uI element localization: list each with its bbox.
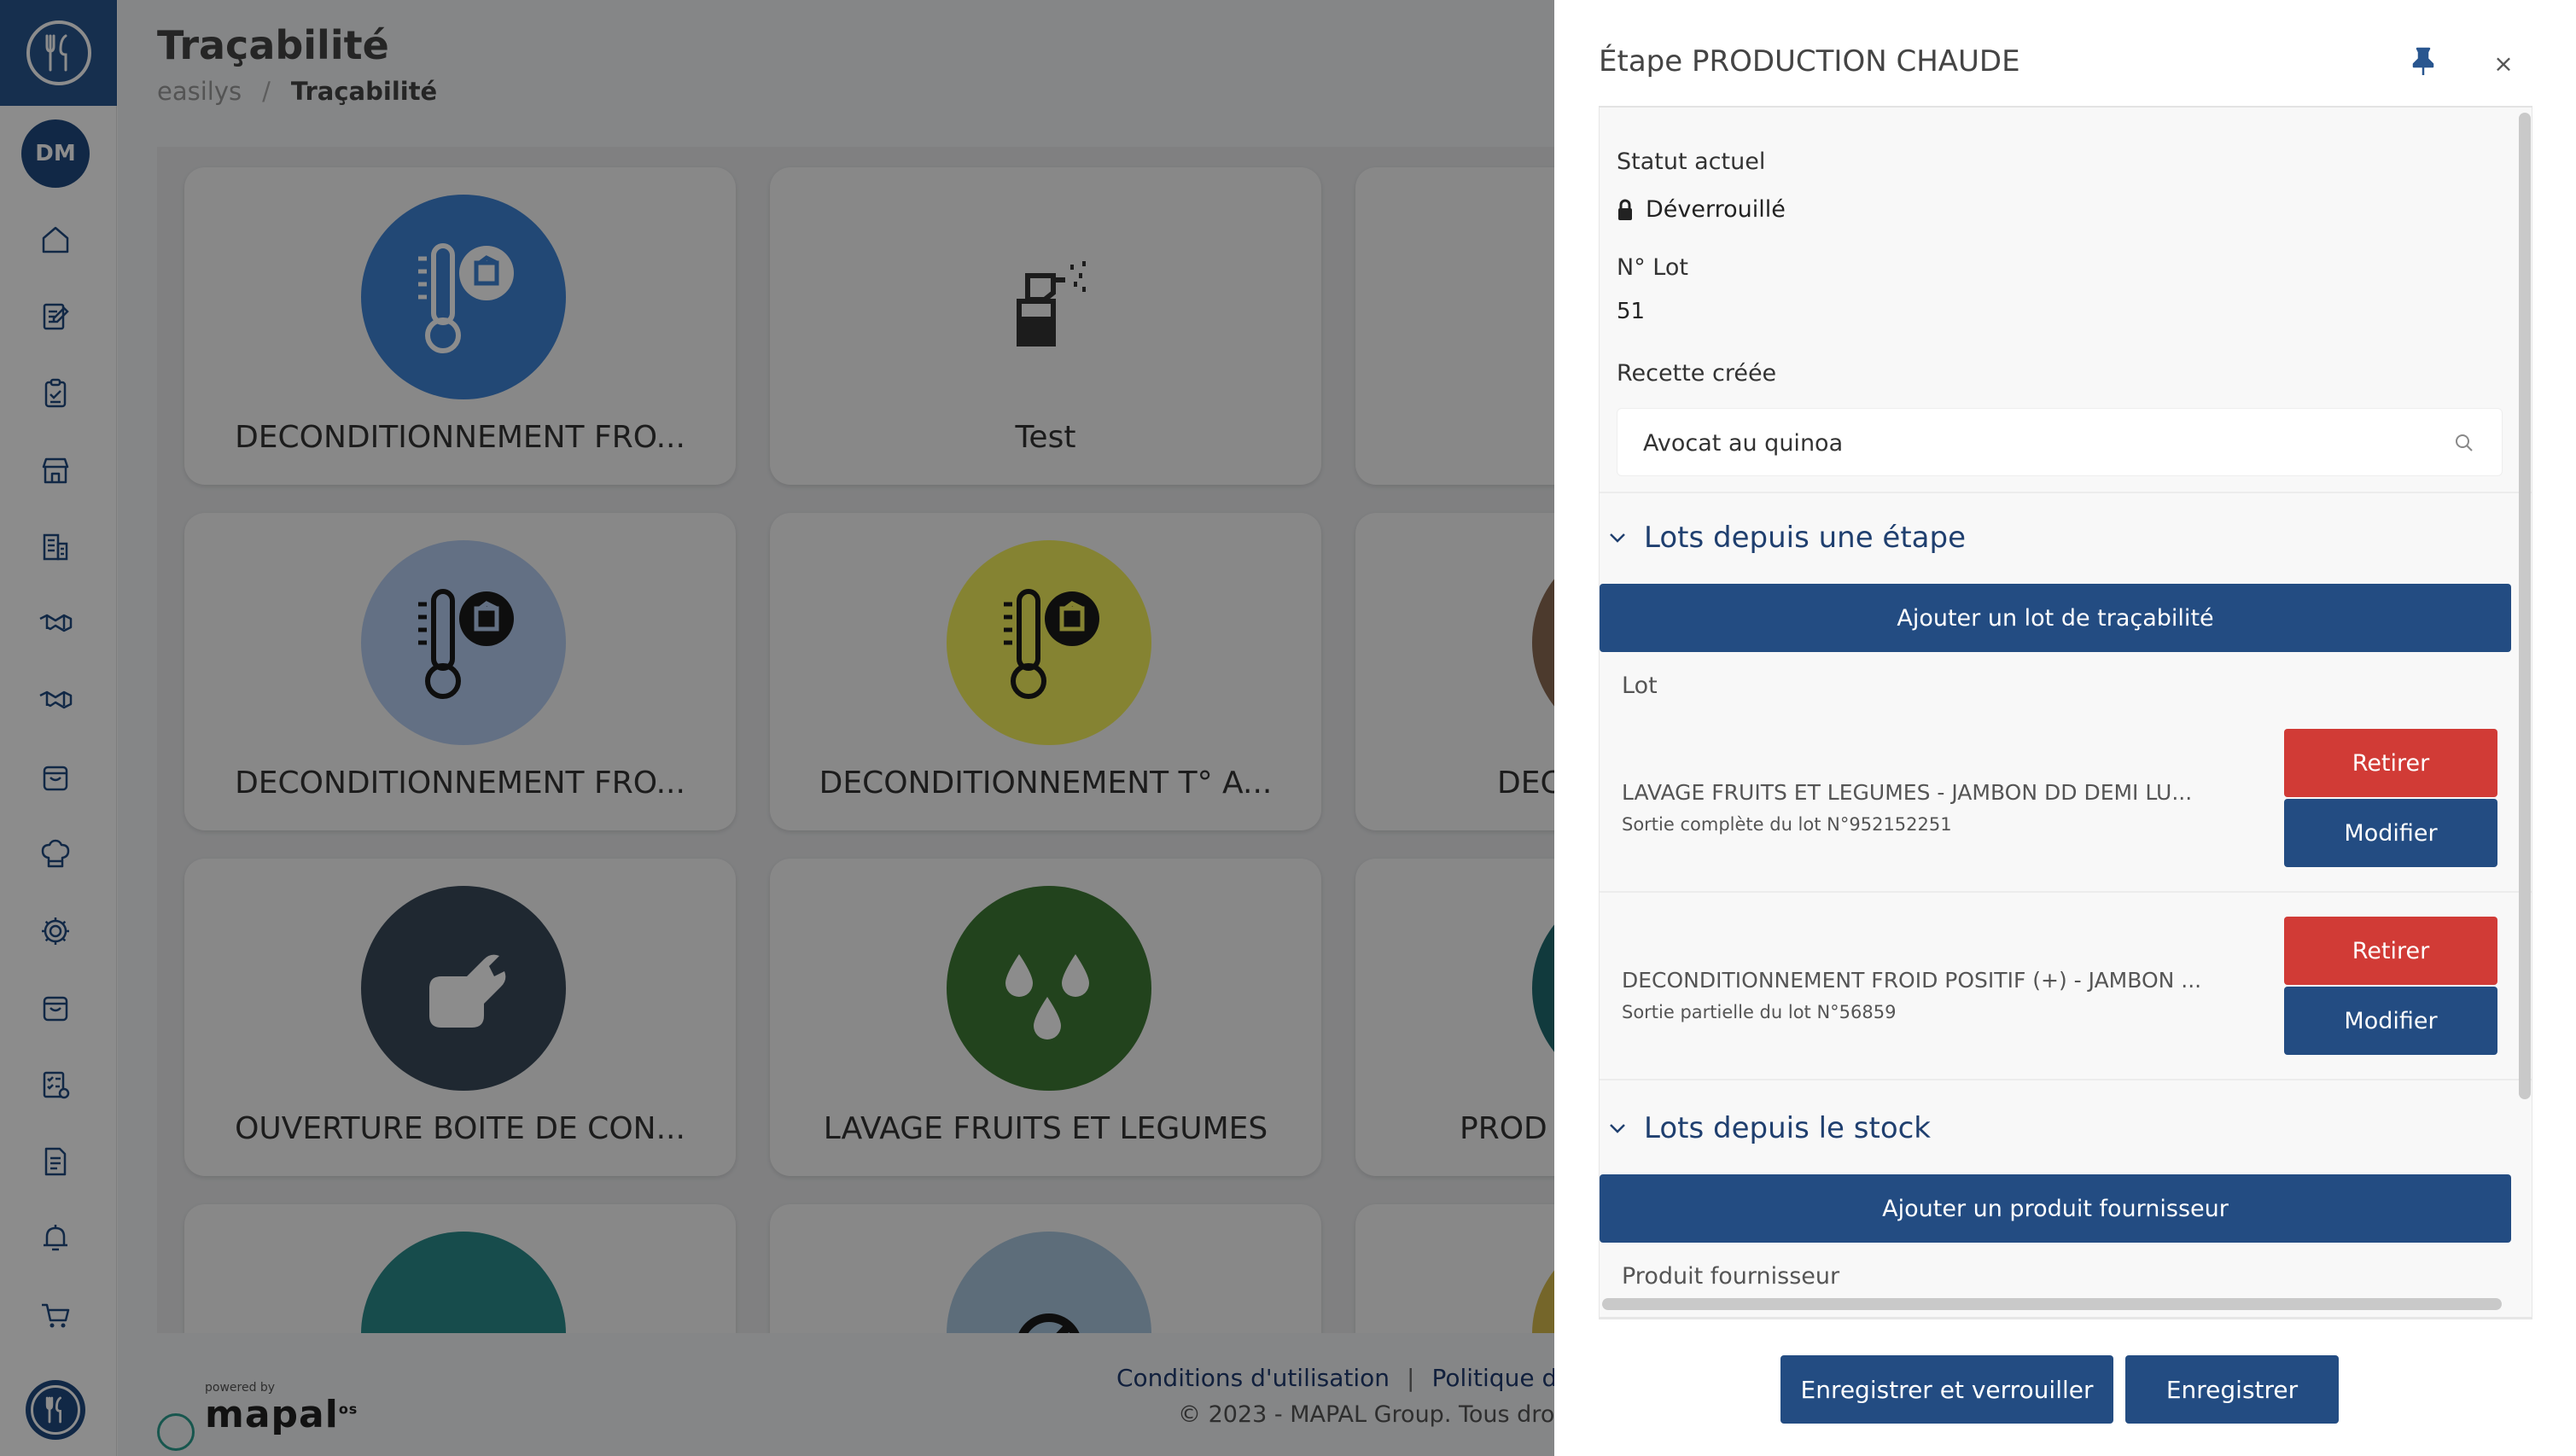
section-title: Lots depuis le stock [1644,1111,1931,1145]
section-divider [1600,492,2532,493]
recipe-field[interactable] [1617,408,2503,476]
pin-icon[interactable] [2406,44,2440,79]
status-value-text: Déverrouillé [1646,196,1786,223]
section-lots-from-stock[interactable]: Lots depuis le stock [1608,1111,1931,1145]
edit-lot-button[interactable]: Modifier [2284,987,2497,1055]
save-button[interactable]: Enregistrer [2125,1355,2339,1424]
status-label: Statut actuel [1617,149,1766,175]
supplier-product-column-label: Produit fournisseur [1622,1263,1840,1290]
add-traceability-lot-button[interactable]: Ajouter un lot de traçabilité [1600,584,2511,652]
lot-number-label: N° Lot [1617,254,1688,281]
panel-scroll-area[interactable]: Statut actuel Déverrouillé N° Lot 51 Rec… [1599,108,2532,1318]
chevron-down-icon [1610,533,1625,543]
edit-lot-button[interactable]: Modifier [2284,799,2497,867]
panel-footer-divider [1599,1318,2532,1319]
lock-icon [1618,199,1632,220]
vertical-scrollbar[interactable] [2519,113,2531,1099]
lot-name: LAVAGE FRUITS ET LEGUMES - JAMBON DD DEM… [1622,780,2193,805]
remove-lot-button[interactable]: Retirer [2284,917,2497,985]
chevron-down-icon [1610,1124,1625,1133]
section-divider [1600,1079,2532,1080]
lot-row: DECONDITIONNEMENT FROID POSITIF (+) - JA… [1600,917,2532,1104]
modal-backdrop[interactable] [0,0,1554,1456]
close-icon[interactable]: × [2488,48,2519,79]
row-divider [1600,891,2532,893]
save-and-lock-button[interactable]: Enregistrer et verrouiller [1780,1355,2113,1424]
section-title: Lots depuis une étape [1644,521,1967,555]
lot-column-label: Lot [1622,673,1658,699]
lot-number-value: 51 [1617,299,1646,324]
recipe-search-input[interactable] [1643,426,2411,460]
step-detail-panel: Étape PRODUCTION CHAUDE × Statut actuel … [1554,0,2576,1456]
horizontal-scrollbar[interactable] [1602,1298,2502,1310]
section-lots-from-step[interactable]: Lots depuis une étape [1608,521,1966,555]
add-supplier-product-button[interactable]: Ajouter un produit fournisseur [1600,1174,2511,1243]
recipe-label: Recette créée [1617,360,1777,387]
lot-description: Sortie complète du lot N°952152251 [1622,814,1952,835]
lot-name: DECONDITIONNEMENT FROID POSITIF (+) - JA… [1622,968,2202,993]
search-icon[interactable] [2452,431,2476,455]
lot-description: Sortie partielle du lot N°56859 [1622,1002,1897,1022]
lot-row: LAVAGE FRUITS ET LEGUMES - JAMBON DD DEM… [1600,729,2532,917]
panel-title: Étape PRODUCTION CHAUDE [1599,44,2020,79]
remove-lot-button[interactable]: Retirer [2284,729,2497,797]
status-value: Déverrouillé [1617,196,1786,223]
